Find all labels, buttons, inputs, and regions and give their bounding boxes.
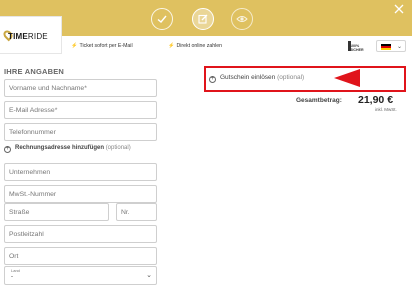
close-icon[interactable]: [392, 2, 406, 16]
zip-field[interactable]: [4, 225, 157, 243]
total-value: 21,90 €: [358, 94, 394, 106]
info-pay-online: ⚡ Direkt online zahlen: [168, 43, 223, 49]
logo-text: TIMERIDE: [8, 32, 48, 41]
chevron-down-icon: ⌄: [396, 44, 402, 50]
name-field[interactable]: [4, 79, 157, 97]
language-select[interactable]: ⌄: [376, 40, 406, 52]
billing-address-toggle[interactable]: + Rechnungsadresse hinzufügen (optional): [4, 145, 131, 153]
plus-circle-icon: +: [209, 76, 216, 83]
info-ticket-email: ⚡ Ticket sofort per E-Mail: [71, 43, 133, 49]
de-flag-icon: [381, 44, 391, 50]
total-note: inkl. MwSt.: [375, 107, 397, 112]
city-field[interactable]: [4, 247, 157, 265]
phone-field[interactable]: [4, 123, 157, 141]
bolt-icon: ⚡: [71, 43, 78, 49]
country-select[interactable]: Land - ⌄: [4, 266, 157, 285]
total-label: Gesamtbetrag:: [296, 97, 342, 104]
edit-icon: [198, 14, 208, 24]
logo[interactable]: TIMERIDE: [0, 16, 62, 54]
country-value: -: [11, 274, 13, 280]
plus-circle-icon: +: [4, 146, 11, 153]
step-check[interactable]: [151, 8, 173, 30]
step-view[interactable]: [231, 8, 253, 30]
section-title: IHRE ANGABEN: [4, 67, 65, 76]
check-icon: [157, 15, 167, 23]
chevron-down-icon: ⌄: [146, 272, 152, 279]
house-number-field[interactable]: [116, 203, 157, 221]
vat-field[interactable]: [4, 185, 157, 203]
step-edit[interactable]: [192, 8, 214, 30]
secure-badge-text: 100% SICHER: [350, 44, 364, 52]
country-label: Land: [11, 268, 20, 273]
voucher-toggle[interactable]: + Gutschein einlösen (optional): [209, 74, 304, 83]
street-field[interactable]: [4, 203, 109, 221]
company-field[interactable]: [4, 163, 157, 181]
arrow-left-icon: [334, 69, 360, 87]
eye-icon: [236, 16, 248, 22]
bolt-icon: ⚡: [168, 43, 175, 49]
email-field[interactable]: [4, 101, 157, 119]
